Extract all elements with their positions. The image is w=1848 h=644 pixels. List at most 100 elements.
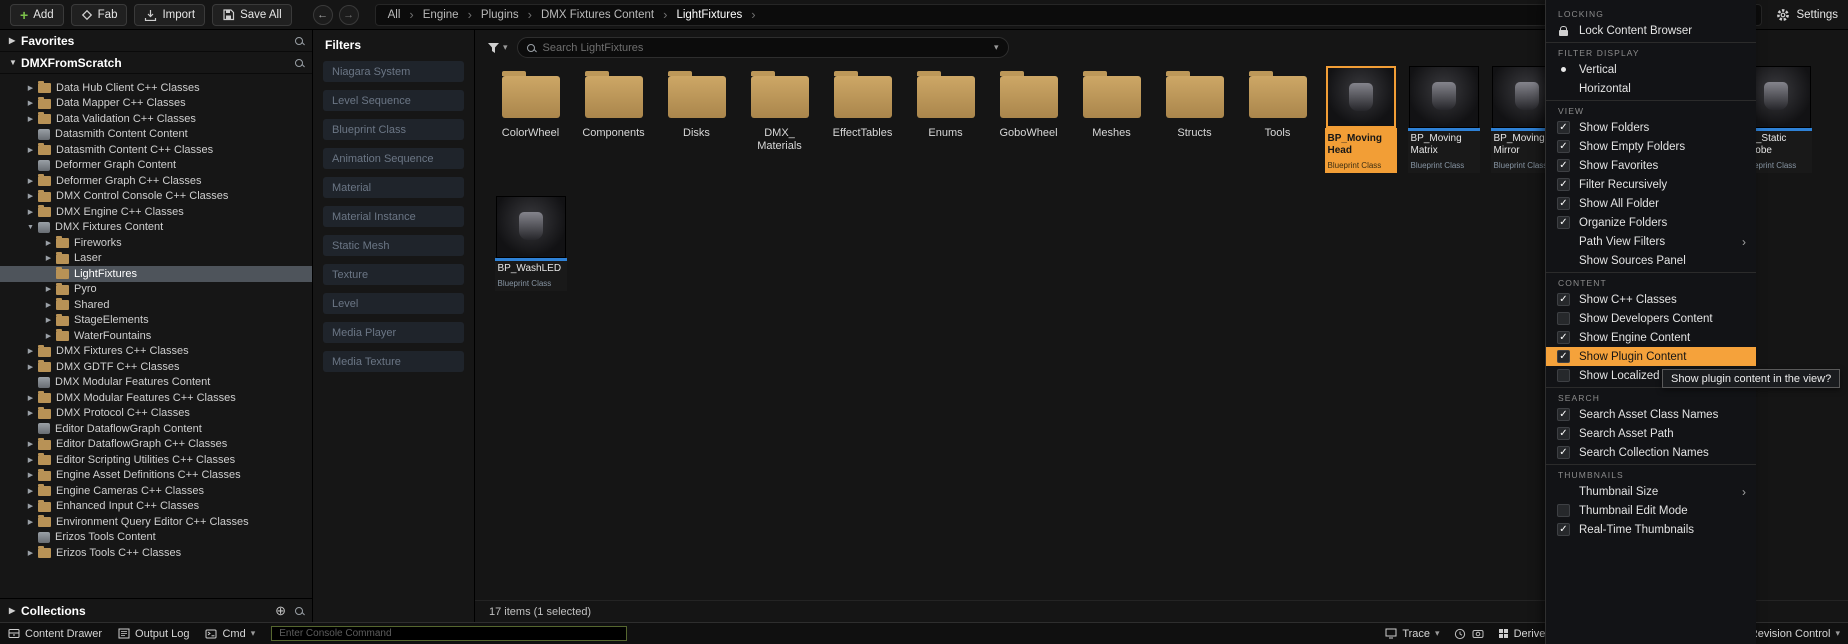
folder-tile-enums[interactable]: Enums — [904, 66, 987, 184]
tree-item-data-mapper-c-classes[interactable]: ▶Data Mapper C++ Classes — [0, 96, 312, 112]
expander-right-icon[interactable]: ▶ — [44, 332, 53, 340]
filter-pill-material-instance[interactable]: Material Instance — [323, 206, 464, 227]
expander-right-icon[interactable]: ▶ — [44, 239, 53, 247]
folder-tile-structs[interactable]: Structs — [1153, 66, 1236, 184]
expander-right-icon[interactable]: ▶ — [44, 254, 53, 262]
folder-tile-dmx-materials[interactable]: DMX_ Materials — [738, 66, 821, 184]
search-input[interactable] — [541, 41, 988, 55]
expander-down-icon[interactable]: ▼ — [26, 224, 35, 231]
tree-item-dmx-modular-features-content[interactable]: DMX Modular Features Content — [0, 375, 312, 391]
search-icon[interactable] — [295, 37, 303, 45]
folder-tile-colorwheel[interactable]: ColorWheel — [489, 66, 572, 184]
console-input[interactable] — [277, 627, 621, 640]
expander-right-icon[interactable]: ▶ — [26, 192, 35, 200]
tree-item-deformer-graph-content[interactable]: Deformer Graph Content — [0, 158, 312, 174]
folder-tile-tools[interactable]: Tools — [1236, 66, 1319, 184]
tree-item-waterfountains[interactable]: ▶WaterFountains — [0, 328, 312, 344]
expander-right-icon[interactable]: ▶ — [26, 518, 35, 526]
menu-item-show-plugin-content[interactable]: ✓Show Plugin Content — [1546, 347, 1756, 366]
expander-right-icon[interactable]: ▶ — [26, 363, 35, 371]
menu-item-path-view-filters[interactable]: Path View Filters› — [1546, 232, 1756, 251]
expander-right-icon[interactable]: ▶ — [26, 115, 35, 123]
expander-right-icon[interactable]: ▶ — [26, 347, 35, 355]
filter-pill-level-sequence[interactable]: Level Sequence — [323, 90, 464, 111]
filter-pill-texture[interactable]: Texture — [323, 264, 464, 285]
tree-item-erizos-tools-c-classes[interactable]: ▶Erizos Tools C++ Classes — [0, 545, 312, 561]
tree-item-lightfixtures[interactable]: LightFixtures — [0, 266, 312, 282]
breadcrumb-item-dmx-fixtures-content[interactable]: DMX Fixtures Content — [541, 9, 654, 21]
menu-item-show-folders[interactable]: ✓Show Folders — [1546, 118, 1756, 137]
expander-right-icon[interactable]: ▶ — [44, 301, 53, 309]
filter-pill-niagara-system[interactable]: Niagara System — [323, 61, 464, 82]
tree-item-dmx-fixtures-content[interactable]: ▼DMX Fixtures Content — [0, 220, 312, 236]
tree-item-dmx-protocol-c-classes[interactable]: ▶DMX Protocol C++ Classes — [0, 406, 312, 422]
menu-item-search-collection-names[interactable]: ✓Search Collection Names — [1546, 443, 1756, 462]
favorites-header[interactable]: ▶ Favorites — [0, 30, 312, 52]
tree-item-dmx-control-console-c-classes[interactable]: ▶DMX Control Console C++ Classes — [0, 189, 312, 205]
menu-item-show-c-classes[interactable]: ✓Show C++ Classes — [1546, 290, 1756, 309]
expander-right-icon[interactable]: ▶ — [26, 549, 35, 557]
menu-item-vertical[interactable]: Vertical — [1546, 60, 1756, 79]
tree-item-erizos-tools-content[interactable]: Erizos Tools Content — [0, 530, 312, 546]
folder-tile-meshes[interactable]: Meshes — [1070, 66, 1153, 184]
collections-footer[interactable]: ▶ Collections ⊕ — [0, 598, 312, 622]
filter-dropdown-button[interactable]: ▾ — [487, 42, 508, 54]
expander-right-icon[interactable]: ▶ — [26, 394, 35, 402]
tree-item-pyro[interactable]: ▶Pyro — [0, 282, 312, 298]
menu-item-show-favorites[interactable]: ✓Show Favorites — [1546, 156, 1756, 175]
expander-right-icon[interactable]: ▶ — [44, 285, 53, 293]
folder-tile-gobowheel[interactable]: GoboWheel — [987, 66, 1070, 184]
expander-right-icon[interactable]: ▶ — [26, 456, 35, 464]
tree-item-deformer-graph-c-classes[interactable]: ▶Deformer Graph C++ Classes — [0, 173, 312, 189]
menu-item-show-engine-content[interactable]: ✓Show Engine Content — [1546, 328, 1756, 347]
trace-button[interactable]: Trace ▾ — [1385, 628, 1439, 640]
menu-item-organize-folders[interactable]: ✓Organize Folders — [1546, 213, 1756, 232]
add-button[interactable]: + Add — [10, 4, 64, 26]
tree-item-editor-dataflowgraph-content[interactable]: Editor DataflowGraph Content — [0, 421, 312, 437]
tree-item-datasmith-content-c-classes[interactable]: ▶Datasmith Content C++ Classes — [0, 142, 312, 158]
filter-pill-media-texture[interactable]: Media Texture — [323, 351, 464, 372]
breadcrumb-item-lightfixtures[interactable]: LightFixtures — [676, 9, 742, 21]
menu-item-thumbnail-size[interactable]: Thumbnail Size› — [1546, 482, 1756, 501]
import-button[interactable]: Import — [134, 4, 205, 26]
expander-right-icon[interactable]: ▶ — [44, 316, 53, 324]
menu-item-search-asset-class-names[interactable]: ✓Search Asset Class Names — [1546, 405, 1756, 424]
breadcrumb-item-plugins[interactable]: Plugins — [481, 9, 519, 21]
cmd-selector[interactable]: Cmd ▾ — [205, 628, 255, 640]
camera-icon[interactable] — [1472, 629, 1484, 639]
folder-tile-components[interactable]: Components — [572, 66, 655, 184]
add-collection-icon[interactable]: ⊕ — [275, 603, 286, 619]
tree-item-laser[interactable]: ▶Laser — [0, 251, 312, 267]
expander-right-icon[interactable]: ▶ — [26, 84, 35, 92]
tree-item-engine-cameras-c-classes[interactable]: ▶Engine Cameras C++ Classes — [0, 483, 312, 499]
tree-item-dmx-modular-features-c-classes[interactable]: ▶DMX Modular Features C++ Classes — [0, 390, 312, 406]
menu-item-search-asset-path[interactable]: ✓Search Asset Path — [1546, 424, 1756, 443]
search-icon[interactable] — [295, 607, 303, 615]
folder-tile-effecttables[interactable]: EffectTables — [821, 66, 904, 184]
tree-item-engine-asset-definitions-c-classes[interactable]: ▶Engine Asset Definitions C++ Classes — [0, 468, 312, 484]
filter-pill-media-player[interactable]: Media Player — [323, 322, 464, 343]
tree-item-environment-query-editor-c-classes[interactable]: ▶Environment Query Editor C++ Classes — [0, 514, 312, 530]
menu-item-show-empty-folders[interactable]: ✓Show Empty Folders — [1546, 137, 1756, 156]
tree-item-dmx-engine-c-classes[interactable]: ▶DMX Engine C++ Classes — [0, 204, 312, 220]
tree-item-enhanced-input-c-classes[interactable]: ▶Enhanced Input C++ Classes — [0, 499, 312, 515]
menu-item-horizontal[interactable]: Horizontal — [1546, 79, 1756, 98]
breadcrumb-item-engine[interactable]: Engine — [423, 9, 459, 21]
breadcrumb-item-all[interactable]: All — [388, 9, 401, 21]
tree-item-dmx-gdtf-c-classes[interactable]: ▶DMX GDTF C++ Classes — [0, 359, 312, 375]
menu-item-show-sources-panel[interactable]: Show Sources Panel — [1546, 251, 1756, 270]
tree-item-datasmith-content-content[interactable]: Datasmith Content Content — [0, 127, 312, 143]
menu-item-thumbnail-edit-mode[interactable]: Thumbnail Edit Mode — [1546, 501, 1756, 520]
settings-button[interactable]: Settings — [1776, 8, 1838, 22]
save-all-button[interactable]: Save All — [212, 4, 292, 26]
content-drawer-button[interactable]: Content Drawer — [8, 628, 102, 640]
expander-right-icon[interactable]: ▶ — [26, 409, 35, 417]
expander-right-icon[interactable]: ▶ — [26, 440, 35, 448]
tree-item-editor-scripting-utilities-c-classes[interactable]: ▶Editor Scripting Utilities C++ Classes — [0, 452, 312, 468]
filter-pill-material[interactable]: Material — [323, 177, 464, 198]
fab-button[interactable]: Fab — [71, 4, 128, 26]
expander-right-icon[interactable]: ▶ — [26, 502, 35, 510]
filter-pill-blueprint-class[interactable]: Blueprint Class — [323, 119, 464, 140]
tree-item-data-validation-c-classes[interactable]: ▶Data Validation C++ Classes — [0, 111, 312, 127]
menu-item-show-developers-content[interactable]: Show Developers Content — [1546, 309, 1756, 328]
